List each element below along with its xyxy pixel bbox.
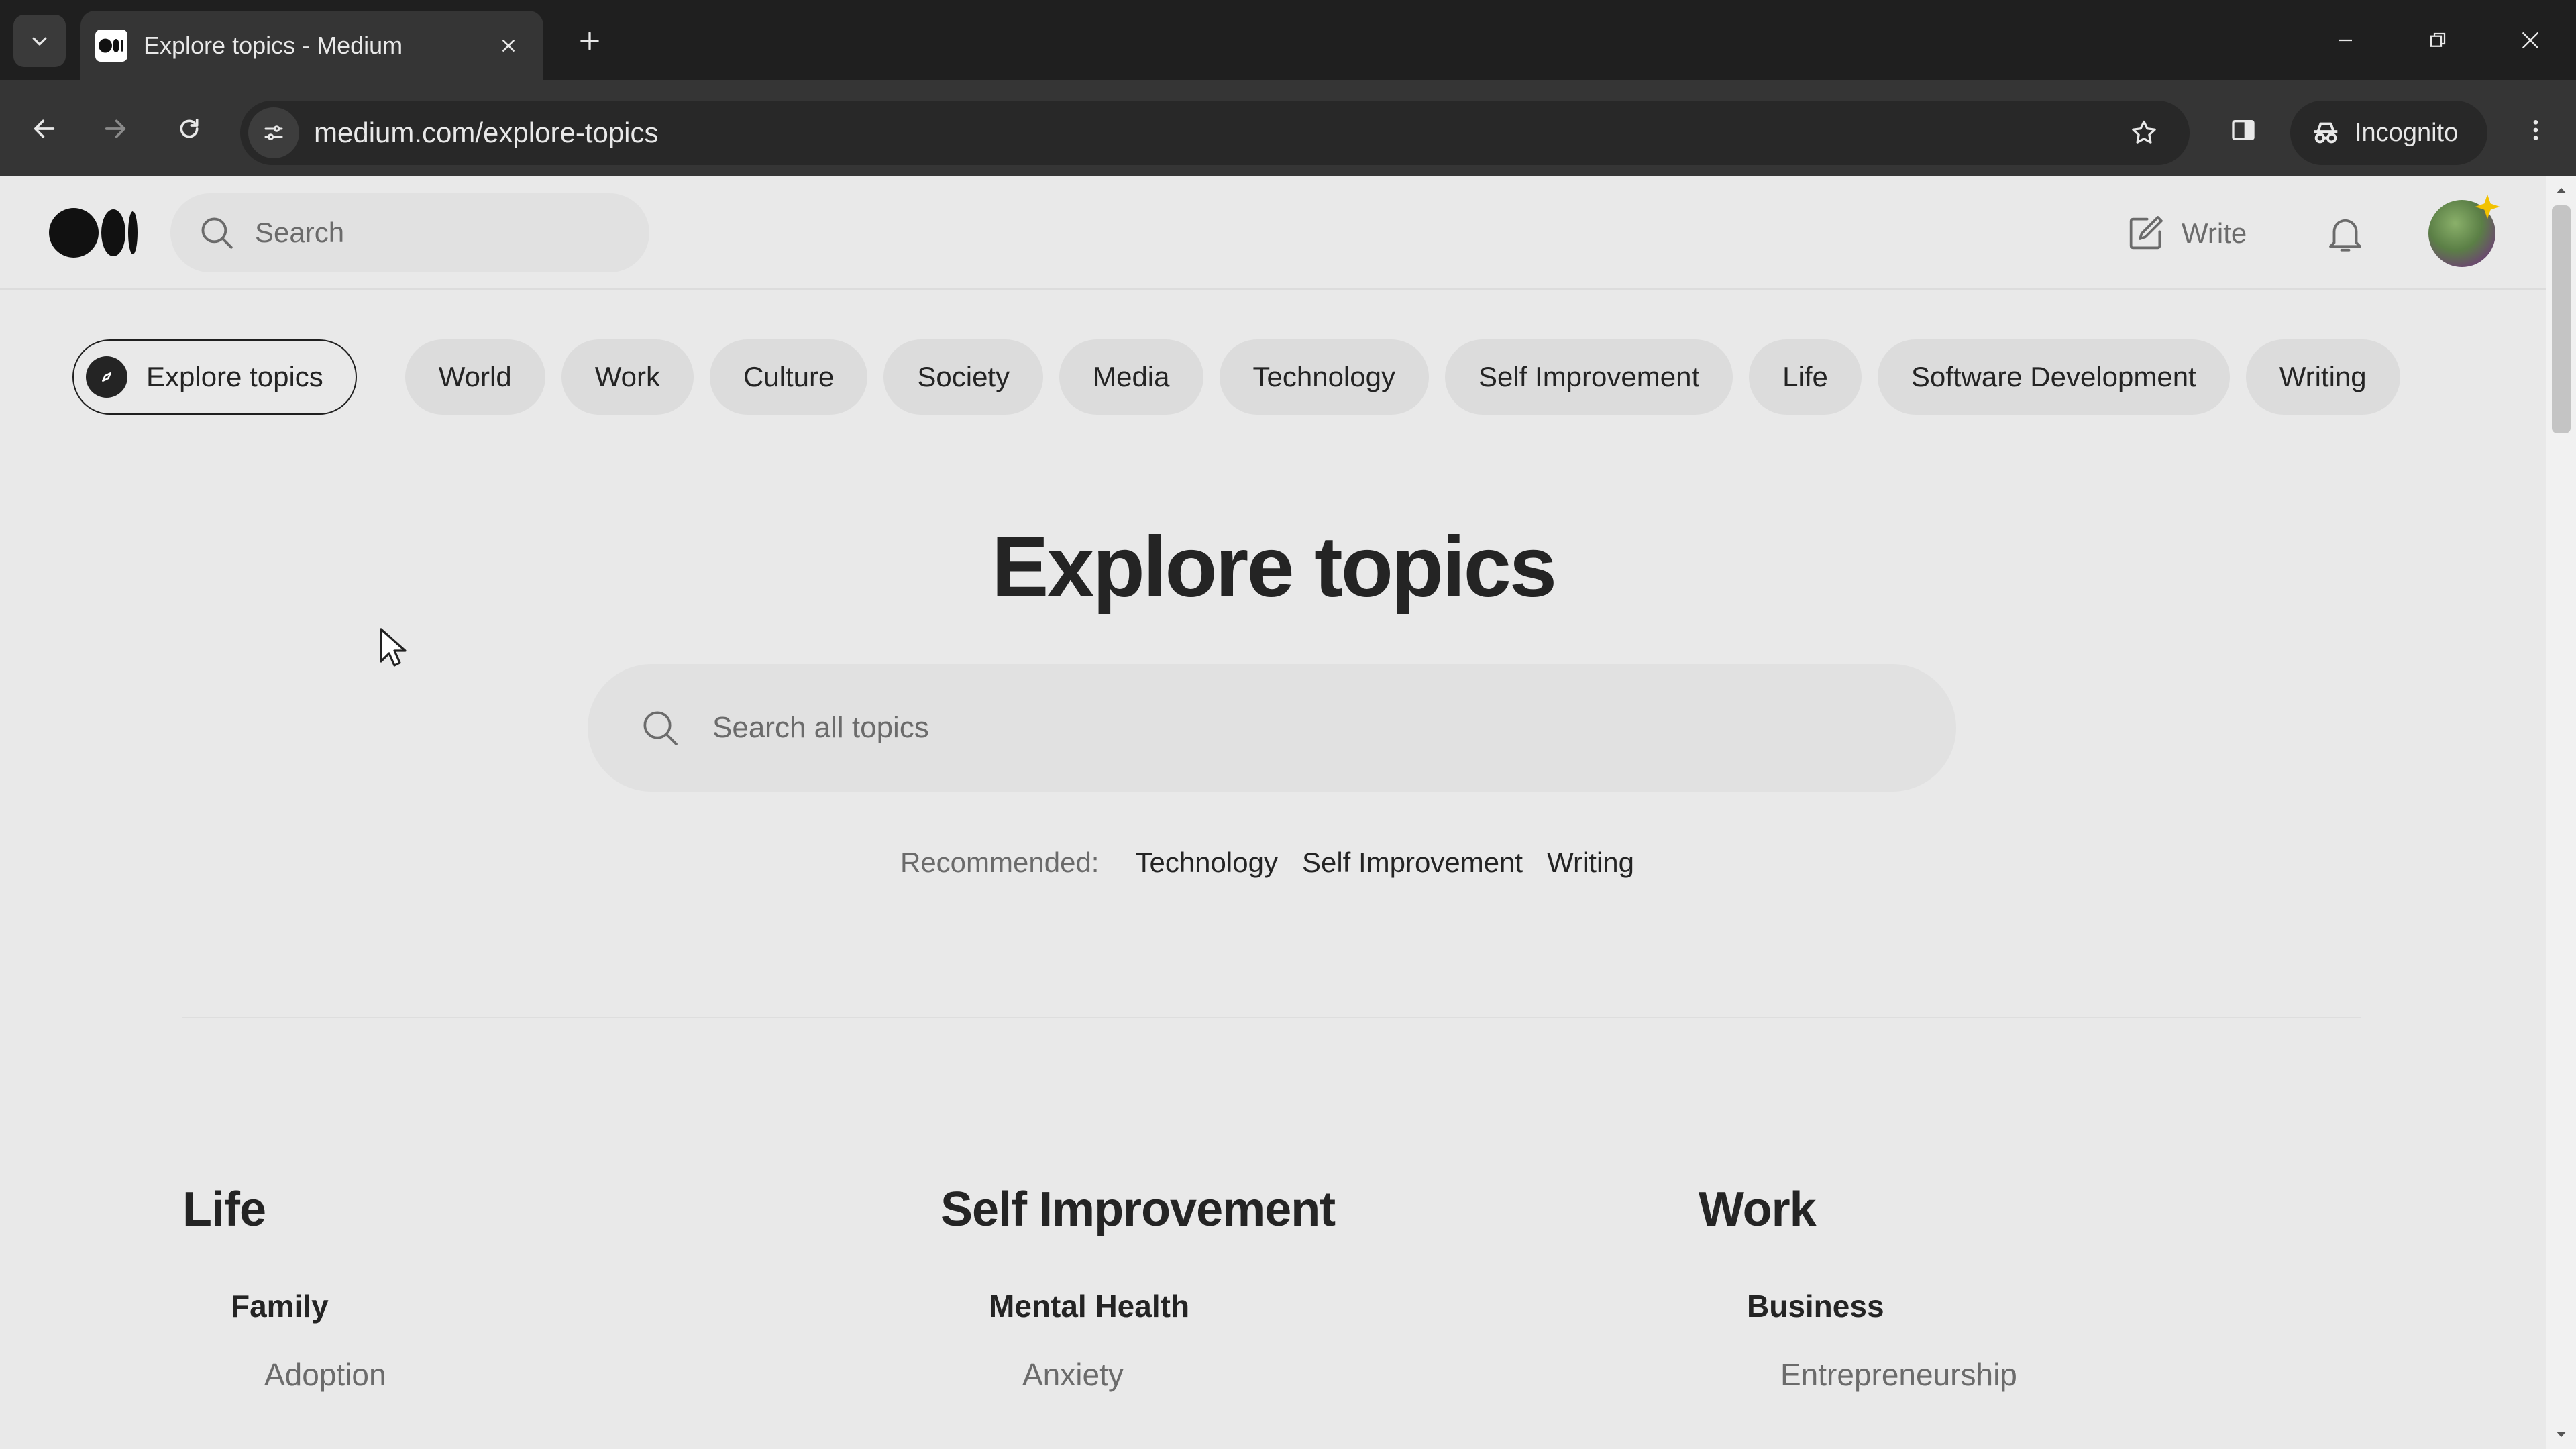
tab-title: Explore topics - Medium	[144, 32, 403, 59]
recommended-label: Recommended:	[900, 847, 1099, 878]
subtopic-link[interactable]: Family	[231, 1288, 853, 1324]
scroll-down-arrow-icon[interactable]	[2553, 1426, 2569, 1442]
arrow-left-icon	[34, 119, 55, 138]
url-text[interactable]: medium.com/explore-topics	[314, 117, 2118, 149]
topic-pill-media[interactable]: Media	[1059, 339, 1203, 415]
topic-column-life: Life Family Adoption	[182, 1182, 853, 1393]
plus-icon	[580, 32, 599, 50]
reload-button[interactable]	[164, 103, 215, 154]
bookmark-button[interactable]	[2118, 107, 2169, 158]
topic-search-input[interactable]	[712, 711, 1853, 745]
topic-pill-work[interactable]: Work	[561, 339, 694, 415]
close-icon	[2522, 32, 2538, 48]
scrollbar-thumb[interactable]	[2552, 205, 2571, 433]
column-title[interactable]: Life	[182, 1182, 853, 1237]
column-title[interactable]: Self Improvement	[941, 1182, 1611, 1237]
search-icon	[201, 217, 233, 249]
explore-topics-pill[interactable]: Explore topics	[72, 339, 357, 415]
subtopic-link[interactable]: Business	[1747, 1288, 2369, 1324]
restore-icon	[2430, 32, 2446, 47]
page-title: Explore topics	[991, 519, 1557, 615]
side-panel-button[interactable]	[2218, 105, 2269, 156]
incognito-icon	[2314, 122, 2338, 144]
pencil-square-icon	[2129, 216, 2163, 250]
topic-link[interactable]: Anxiety	[1022, 1356, 1611, 1393]
compass-icon	[86, 356, 127, 398]
tab-close-button[interactable]	[490, 27, 527, 64]
topic-pill-world[interactable]: World	[405, 339, 545, 415]
minimize-button[interactable]	[2321, 16, 2369, 64]
topic-column-self-improvement: Self Improvement Mental Health Anxiety	[941, 1182, 1611, 1393]
section-divider	[182, 1017, 2361, 1018]
address-bar[interactable]: medium.com/explore-topics	[240, 101, 2190, 165]
scroll-up-arrow-icon[interactable]	[2553, 182, 2569, 199]
arrow-right-icon	[105, 119, 126, 138]
topic-link[interactable]: Adoption	[264, 1356, 853, 1393]
medium-logo-icon	[49, 208, 138, 258]
browser-tab-active[interactable]: Explore topics - Medium	[80, 11, 543, 80]
notifications-button[interactable]	[2318, 207, 2372, 260]
back-button[interactable]	[19, 103, 70, 154]
recommended-topics: Recommended: Technology Self Improvement…	[0, 847, 2546, 879]
bell-icon	[2329, 219, 2361, 252]
incognito-indicator[interactable]: Incognito	[2290, 101, 2487, 165]
minimize-icon	[2339, 39, 2352, 42]
reload-icon	[180, 118, 199, 138]
restore-button[interactable]	[2414, 16, 2462, 64]
topic-pill-life[interactable]: Life	[1749, 339, 1862, 415]
header-search-input[interactable]	[255, 217, 604, 249]
topic-pill-software-development[interactable]: Software Development	[1877, 339, 2230, 415]
tab-search-button[interactable]	[13, 15, 66, 67]
search-icon	[643, 711, 678, 745]
topic-pill-bar: Explore topics World Work Culture Societ…	[72, 339, 2400, 415]
header-search-bar[interactable]	[170, 193, 649, 272]
topic-column-work: Work Business Entrepreneurship	[1699, 1182, 2369, 1393]
side-panel-icon	[2232, 120, 2255, 140]
topic-search-bar[interactable]	[588, 664, 1956, 792]
recommended-link-self-improvement[interactable]: Self Improvement	[1302, 847, 1523, 879]
browser-menu-button[interactable]	[2510, 105, 2561, 156]
explore-topics-label: Explore topics	[146, 361, 323, 392]
sparkle-icon	[2475, 194, 2500, 219]
more-vertical-icon	[2533, 120, 2538, 140]
page-content: Write Explore topics World Work Culture …	[0, 176, 2546, 1449]
tune-icon	[264, 125, 283, 140]
write-label: Write	[2182, 217, 2247, 249]
recommended-link-technology[interactable]: Technology	[1135, 847, 1277, 879]
column-title[interactable]: Work	[1699, 1182, 2369, 1237]
page-scrollbar[interactable]	[2546, 176, 2576, 1449]
site-info-button[interactable]	[248, 107, 299, 158]
topic-pill-technology[interactable]: Technology	[1219, 339, 1429, 415]
close-window-button[interactable]	[2506, 16, 2555, 64]
topic-link[interactable]: Entrepreneurship	[1780, 1356, 2369, 1393]
topic-pill-writing[interactable]: Writing	[2245, 339, 2400, 415]
topic-pill-culture[interactable]: Culture	[709, 339, 868, 415]
browser-tabstrip: Explore topics - Medium	[0, 0, 2576, 80]
write-button[interactable]: Write	[2124, 208, 2247, 259]
site-header: Write	[0, 176, 2546, 290]
mouse-cursor-icon	[380, 628, 407, 667]
browser-toolbar: medium.com/explore-topics Incognito	[0, 80, 2576, 176]
medium-favicon-icon	[95, 30, 127, 62]
recommended-link-writing[interactable]: Writing	[1547, 847, 1634, 879]
topic-pill-self-improvement[interactable]: Self Improvement	[1444, 339, 1733, 415]
topic-pill-society[interactable]: Society	[883, 339, 1044, 415]
chevron-down-icon	[32, 37, 47, 46]
close-icon	[502, 40, 515, 52]
new-tab-button[interactable]	[568, 19, 612, 63]
medium-logo[interactable]	[48, 207, 138, 259]
star-icon	[2132, 120, 2156, 144]
incognito-label: Incognito	[2355, 118, 2459, 147]
subtopic-link[interactable]: Mental Health	[989, 1288, 1611, 1324]
forward-button[interactable]	[90, 103, 141, 154]
